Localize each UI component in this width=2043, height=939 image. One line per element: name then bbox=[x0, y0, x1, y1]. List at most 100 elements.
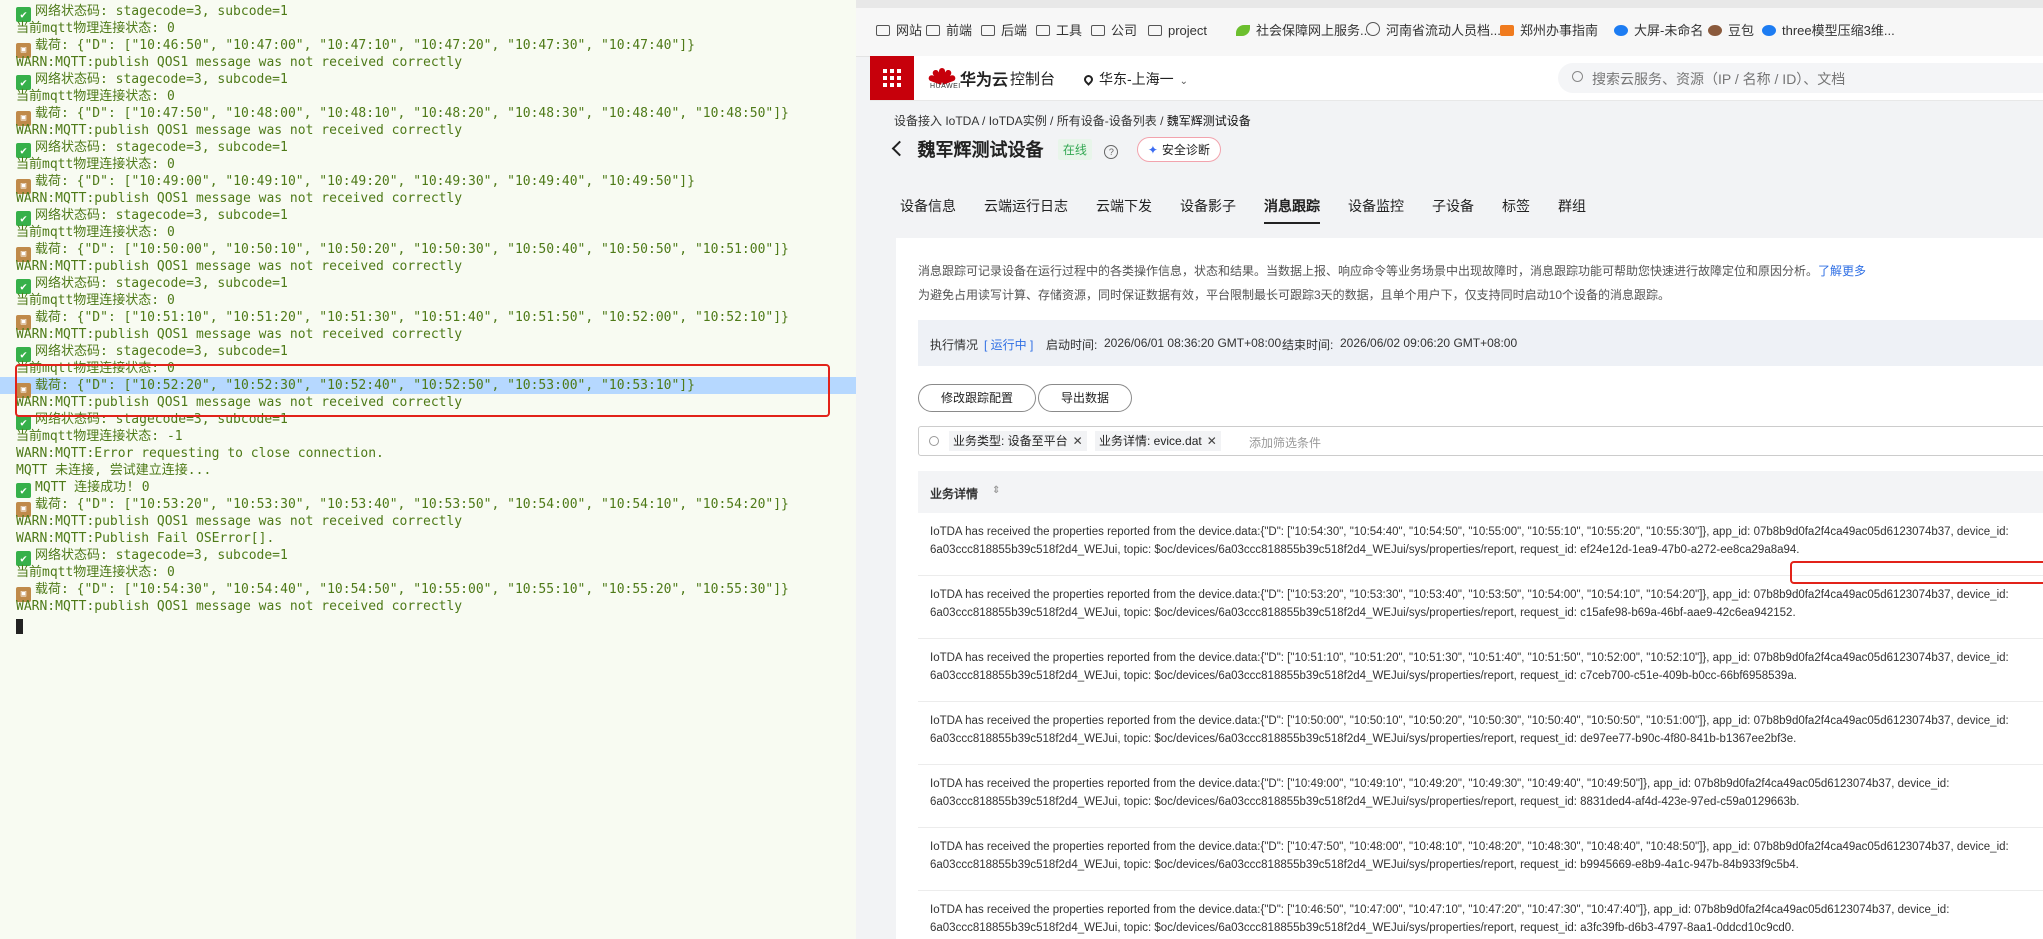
filter-chip-business-type[interactable]: 业务类型: 设备至平台 ✕ bbox=[949, 431, 1087, 451]
bookmark-label: three模型压缩3维... bbox=[1782, 23, 1895, 38]
learn-more-link[interactable]: 了解更多 bbox=[1818, 264, 1866, 278]
trace-detail-line2: 6a03ccc818855b39c518f2d4_WEJui, topic: $… bbox=[930, 544, 1800, 556]
terminal-line: ✔ 网络状态码: stagecode=3, subcode=1 bbox=[0, 3, 856, 22]
tab-item[interactable]: 群组 bbox=[1558, 188, 1586, 224]
terminal-line: MQTT 未连接, 尝试建立连接... bbox=[0, 462, 856, 479]
close-icon[interactable]: ✕ bbox=[1207, 434, 1217, 448]
bookmark-item[interactable]: 豆包 bbox=[1708, 20, 1754, 42]
device-tabs: 设备信息 云端运行日志 云端下发 设备影子 消息跟踪 设备监控 子设备 标签 群组 bbox=[886, 188, 1600, 224]
terminal-line-text: 当前mqtt物理连接状态: 0 bbox=[16, 21, 175, 36]
terminal-line: ▣ 载荷: {"D": ["10:46:50", "10:47:00", "10:… bbox=[0, 37, 856, 58]
console-link[interactable]: 控制台 bbox=[1010, 68, 1055, 89]
add-filter-placeholder[interactable]: 添加筛选条件 bbox=[1249, 434, 1321, 451]
bookmark-label: 后端 bbox=[1001, 23, 1028, 38]
address-bar-strip bbox=[856, 0, 2043, 8]
terminal-line: WARN:MQTT:publish QOS1 message was not r… bbox=[0, 326, 856, 343]
terminal-line: WARN:MQTT:publish QOS1 message was not r… bbox=[0, 513, 856, 530]
folder-icon bbox=[1091, 25, 1105, 36]
back-arrow-icon[interactable] bbox=[891, 140, 908, 157]
bookmark-label: 豆包 bbox=[1728, 23, 1755, 38]
sort-icon[interactable]: ⇕ bbox=[992, 485, 1000, 496]
bookmark-item[interactable]: 社会保障网上服务... bbox=[1236, 20, 1371, 42]
bookmark-item[interactable]: 河南省流动人员档... bbox=[1366, 20, 1501, 42]
tab-item[interactable]: 标签 bbox=[1502, 188, 1530, 224]
bookmark-label: 社会保障网上服务... bbox=[1256, 23, 1371, 38]
security-diagnosis-button[interactable]: ✦ 安全诊断 bbox=[1136, 137, 1221, 162]
search-icon bbox=[1572, 71, 1583, 82]
terminal-line-text: WARN:MQTT:publish QOS1 message was not r… bbox=[16, 327, 463, 342]
breadcrumb-item[interactable]: 设备接入 IoTDA bbox=[894, 114, 979, 128]
table-row[interactable]: IoTDA has received the properties report… bbox=[918, 828, 2043, 891]
terminal-line: WARN:MQTT:publish QOS1 message was not r… bbox=[0, 54, 856, 71]
exec-label: 执行情况 bbox=[930, 338, 979, 352]
breadcrumb-item[interactable]: 所有设备-设备列表 bbox=[1057, 114, 1157, 128]
table-row[interactable]: IoTDA has received the properties report… bbox=[918, 891, 2043, 939]
bookmark-item[interactable]: three模型压缩3维... bbox=[1762, 20, 1895, 42]
trace-description: 消息跟踪可记录设备在运行过程中的各类操作信息，状态和结果。当数据上报、响应命令等… bbox=[918, 262, 1866, 279]
bookmark-item[interactable]: 前端 bbox=[926, 20, 972, 42]
bookmark-label: 公司 bbox=[1111, 23, 1138, 38]
terminal-line-text: 网络状态码: stagecode=3, subcode=1 bbox=[35, 208, 288, 223]
start-time: 2026/06/01 08:36:20 GMT+08:00 bbox=[1104, 336, 1282, 350]
service-menu-button[interactable] bbox=[870, 56, 914, 100]
end-time-label: 结束时间: bbox=[1282, 338, 1334, 352]
tab-item[interactable]: 设备信息 bbox=[900, 188, 956, 224]
breadcrumb-current: 魏军辉测试设备 bbox=[1166, 114, 1251, 128]
terminal-line: ▣ 载荷: {"D": ["10:54:30", "10:54:40", "10:… bbox=[0, 581, 856, 602]
bookmark-item[interactable]: 大屏-未命名 bbox=[1614, 20, 1703, 42]
terminal-output[interactable]: ✔ 网络状态码: stagecode=3, subcode=1 当前mqtt物理连接… bbox=[0, 0, 857, 939]
export-data-button[interactable]: 导出数据 bbox=[1038, 384, 1133, 412]
tab-item[interactable]: 消息跟踪 bbox=[1264, 188, 1320, 224]
table-row[interactable]: IoTDA has received the properties report… bbox=[918, 639, 2043, 702]
breadcrumb-item[interactable]: IoTDA实例 bbox=[989, 114, 1047, 128]
filter-chip-business-detail[interactable]: 业务详情: evice.dat ✕ bbox=[1095, 431, 1221, 451]
bookmark-favicon-icon bbox=[1762, 25, 1776, 36]
table-header: 业务详情 ⇕ bbox=[918, 471, 2043, 513]
bookmark-item[interactable]: 网站 bbox=[876, 20, 922, 42]
tab-item[interactable]: 设备监控 bbox=[1348, 188, 1404, 224]
bookmark-item[interactable]: 工具 bbox=[1036, 20, 1082, 42]
tab-item[interactable]: 设备影子 bbox=[1180, 188, 1236, 224]
terminal-line: WARN:MQTT:publish QOS1 message was not r… bbox=[0, 190, 856, 207]
table-row[interactable]: IoTDA has received the properties report… bbox=[918, 702, 2043, 765]
trace-detail-line1: IoTDA has received the properties report… bbox=[930, 715, 2009, 727]
trace-detail-line2: 6a03ccc818855b39c518f2d4_WEJui, topic: $… bbox=[930, 607, 1796, 619]
tab-item[interactable]: 云端运行日志 bbox=[984, 188, 1068, 224]
bookmark-item[interactable]: project bbox=[1148, 20, 1207, 42]
filter-bar[interactable]: 业务类型: 设备至平台 ✕ 业务详情: evice.dat ✕ 添加筛选条件 bbox=[918, 426, 2043, 456]
help-icon[interactable]: ? bbox=[1104, 145, 1119, 159]
trace-detail-line2: 6a03ccc818855b39c518f2d4_WEJui, topic: $… bbox=[930, 733, 1797, 745]
close-icon[interactable]: ✕ bbox=[1073, 434, 1083, 448]
table-row[interactable]: IoTDA has received the properties report… bbox=[918, 765, 2043, 828]
folder-icon bbox=[981, 25, 995, 36]
trace-detail-line2: 6a03ccc818855b39c518f2d4_WEJui, topic: $… bbox=[930, 922, 1795, 934]
terminal-line-text: 网络状态码: stagecode=3, subcode=1 bbox=[35, 548, 288, 563]
tab-item[interactable]: 子设备 bbox=[1432, 188, 1474, 224]
location-pin-icon bbox=[1082, 73, 1095, 86]
trace-detail-line2: 6a03ccc818855b39c518f2d4_WEJui, topic: $… bbox=[930, 859, 1799, 871]
table-row[interactable]: IoTDA has received the properties report… bbox=[918, 576, 2043, 639]
chevron-down-icon: ⌄ bbox=[1179, 76, 1189, 87]
modify-trace-config-button[interactable]: 修改跟踪配置 bbox=[918, 384, 1037, 412]
terminal-line-text: 当前mqtt物理连接状态: 0 bbox=[16, 225, 175, 240]
breadcrumb-separator: / bbox=[1156, 114, 1167, 128]
start-time-label: 启动时间: bbox=[1046, 338, 1098, 352]
global-search-input[interactable] bbox=[1590, 68, 2043, 90]
bookmark-item[interactable]: 后端 bbox=[981, 20, 1027, 42]
tab-item[interactable]: 云端下发 bbox=[1096, 188, 1152, 224]
bookmark-favicon-icon bbox=[1500, 25, 1514, 36]
region-label: 华东-上海一 bbox=[1099, 71, 1174, 87]
terminal-line-text: 载荷: {"D": ["10:47:50", "10:48:00", "10:4… bbox=[35, 106, 789, 121]
bookmark-item[interactable]: 公司 bbox=[1091, 20, 1137, 42]
column-header-business-detail: 业务详情 bbox=[930, 487, 979, 501]
bookmark-item[interactable]: 郑州办事指南 bbox=[1500, 20, 1598, 42]
huawei-flower-icon bbox=[927, 66, 957, 85]
terminal-line: ▣ 载荷: {"D": ["10:50:00", "10:50:10", "10:… bbox=[0, 241, 856, 262]
terminal-line-text: 载荷: {"D": ["10:49:00", "10:49:10", "10:4… bbox=[35, 174, 695, 189]
bookmark-label: 前端 bbox=[946, 23, 973, 38]
annotation-box-terminal bbox=[15, 364, 830, 417]
trace-detail-line2: 6a03ccc818855b39c518f2d4_WEJui, topic: $… bbox=[930, 670, 1797, 682]
terminal-line: ▣ 载荷: {"D": ["10:51:10", "10:51:20", "10:… bbox=[0, 309, 856, 330]
filter-chip-label: 业务详情: evice.dat bbox=[1099, 434, 1202, 448]
region-selector[interactable]: 华东-上海一 ⌄ bbox=[1082, 69, 1189, 89]
